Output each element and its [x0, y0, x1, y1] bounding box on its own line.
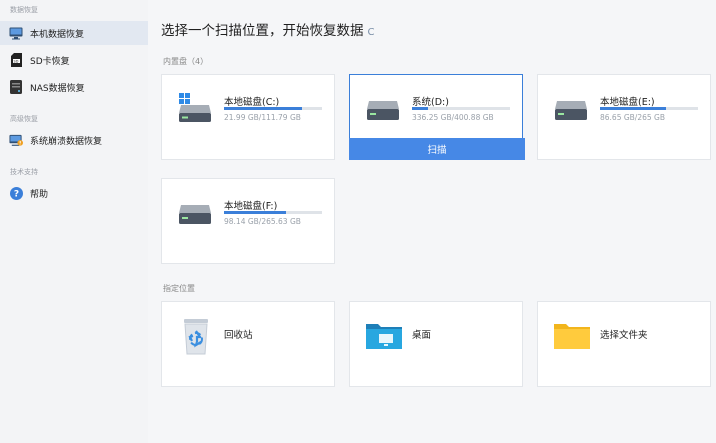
sidebar-item-label: NAS数据恢复	[30, 83, 85, 94]
disk-usage-bar	[600, 107, 698, 110]
disk-icon	[178, 205, 211, 225]
disk-size: 21.99 GB/111.79 GB	[224, 113, 301, 122]
disk-usage-bar	[224, 107, 322, 110]
folder-icon	[553, 318, 591, 354]
svg-text:?: ?	[13, 189, 18, 199]
recycle-bin-icon	[177, 318, 215, 355]
disk-usage-fill	[600, 107, 666, 110]
system-crash-icon	[9, 133, 23, 147]
location-name: 桌面	[412, 330, 432, 341]
sidebar-item-label: 本机数据恢复	[30, 29, 85, 40]
windows-disk-icon	[178, 93, 211, 123]
sidebar-item-label: 系统崩溃数据恢复	[30, 136, 103, 147]
section-label-data-recovery: 数据恢复	[10, 6, 38, 14]
disk-name: 系统(D:)	[412, 97, 449, 108]
sidebar-item-label: SD卡恢复	[30, 56, 70, 67]
location-name: 选择文件夹	[600, 330, 648, 341]
disk-usage-bar	[412, 107, 510, 110]
section-label-advanced: 高级恢复	[10, 115, 38, 123]
page-title-text: 选择一个扫描位置，开始恢复数据	[161, 23, 364, 39]
sidebar-item-system-crash[interactable]: 系统崩溃数据恢复	[0, 128, 148, 152]
disk-card-f[interactable]: 本地磁盘(F:) 98.14 GB/265.63 GB	[161, 178, 335, 264]
disk-usage-fill	[224, 211, 286, 214]
disk-size: 86.65 GB/265 GB	[600, 113, 665, 122]
specific-location-label: 指定位置	[163, 284, 195, 293]
disk-usage-bar	[224, 211, 322, 214]
sd-card-icon: SD	[9, 53, 23, 67]
disk-usage-fill	[412, 107, 428, 110]
refresh-icon[interactable]: C	[368, 27, 375, 38]
disk-size: 98.14 GB/265.63 GB	[224, 217, 301, 226]
internal-disks-label: 内置盘（4）	[163, 57, 209, 66]
location-card-choose-folder[interactable]: 选择文件夹	[537, 301, 711, 387]
sidebar-item-label: 帮助	[30, 189, 49, 200]
location-card-desktop[interactable]: 桌面	[349, 301, 523, 387]
disk-icon	[554, 101, 587, 121]
disk-icon	[366, 101, 399, 121]
disk-card-e[interactable]: 本地磁盘(E:) 86.65 GB/265 GB	[537, 74, 711, 160]
page-title: 选择一个扫描位置，开始恢复数据 C	[161, 19, 374, 39]
location-name: 回收站	[224, 330, 253, 341]
sidebar-item-nas[interactable]: NAS数据恢复	[0, 75, 148, 99]
help-icon: ?	[9, 186, 23, 200]
disk-name: 本地磁盘(E:)	[600, 97, 655, 108]
sidebar-item-local-recovery[interactable]: 本机数据恢复	[0, 21, 148, 45]
sidebar-item-help[interactable]: ? 帮助	[0, 181, 148, 205]
monitor-icon	[9, 26, 23, 40]
disk-card-d[interactable]: 系统(D:) 336.25 GB/400.88 GB 扫描	[349, 74, 525, 160]
desktop-folder-icon	[365, 318, 403, 354]
scan-button[interactable]: 扫描	[349, 138, 525, 160]
disk-card-c[interactable]: 本地磁盘(C:) 21.99 GB/111.79 GB	[161, 74, 335, 160]
sidebar-item-sd-card[interactable]: SD SD卡恢复	[0, 48, 148, 72]
sidebar: 数据恢复 本机数据恢复 SD SD卡恢复 NAS数据恢复 高级恢复 系统崩溃数据…	[0, 0, 148, 443]
svg-text:SD: SD	[13, 59, 18, 63]
disk-size: 336.25 GB/400.88 GB	[412, 113, 494, 122]
disk-name: 本地磁盘(C:)	[224, 97, 280, 108]
section-label-support: 技术支持	[10, 168, 38, 176]
disk-usage-fill	[224, 107, 303, 110]
location-card-recycle-bin[interactable]: 回收站	[161, 301, 335, 387]
disk-name: 本地磁盘(F:)	[224, 201, 278, 212]
main-panel: 选择一个扫描位置，开始恢复数据 C 内置盘（4） 本地磁盘(C:) 21.99 G…	[148, 0, 716, 443]
nas-icon	[9, 80, 23, 94]
